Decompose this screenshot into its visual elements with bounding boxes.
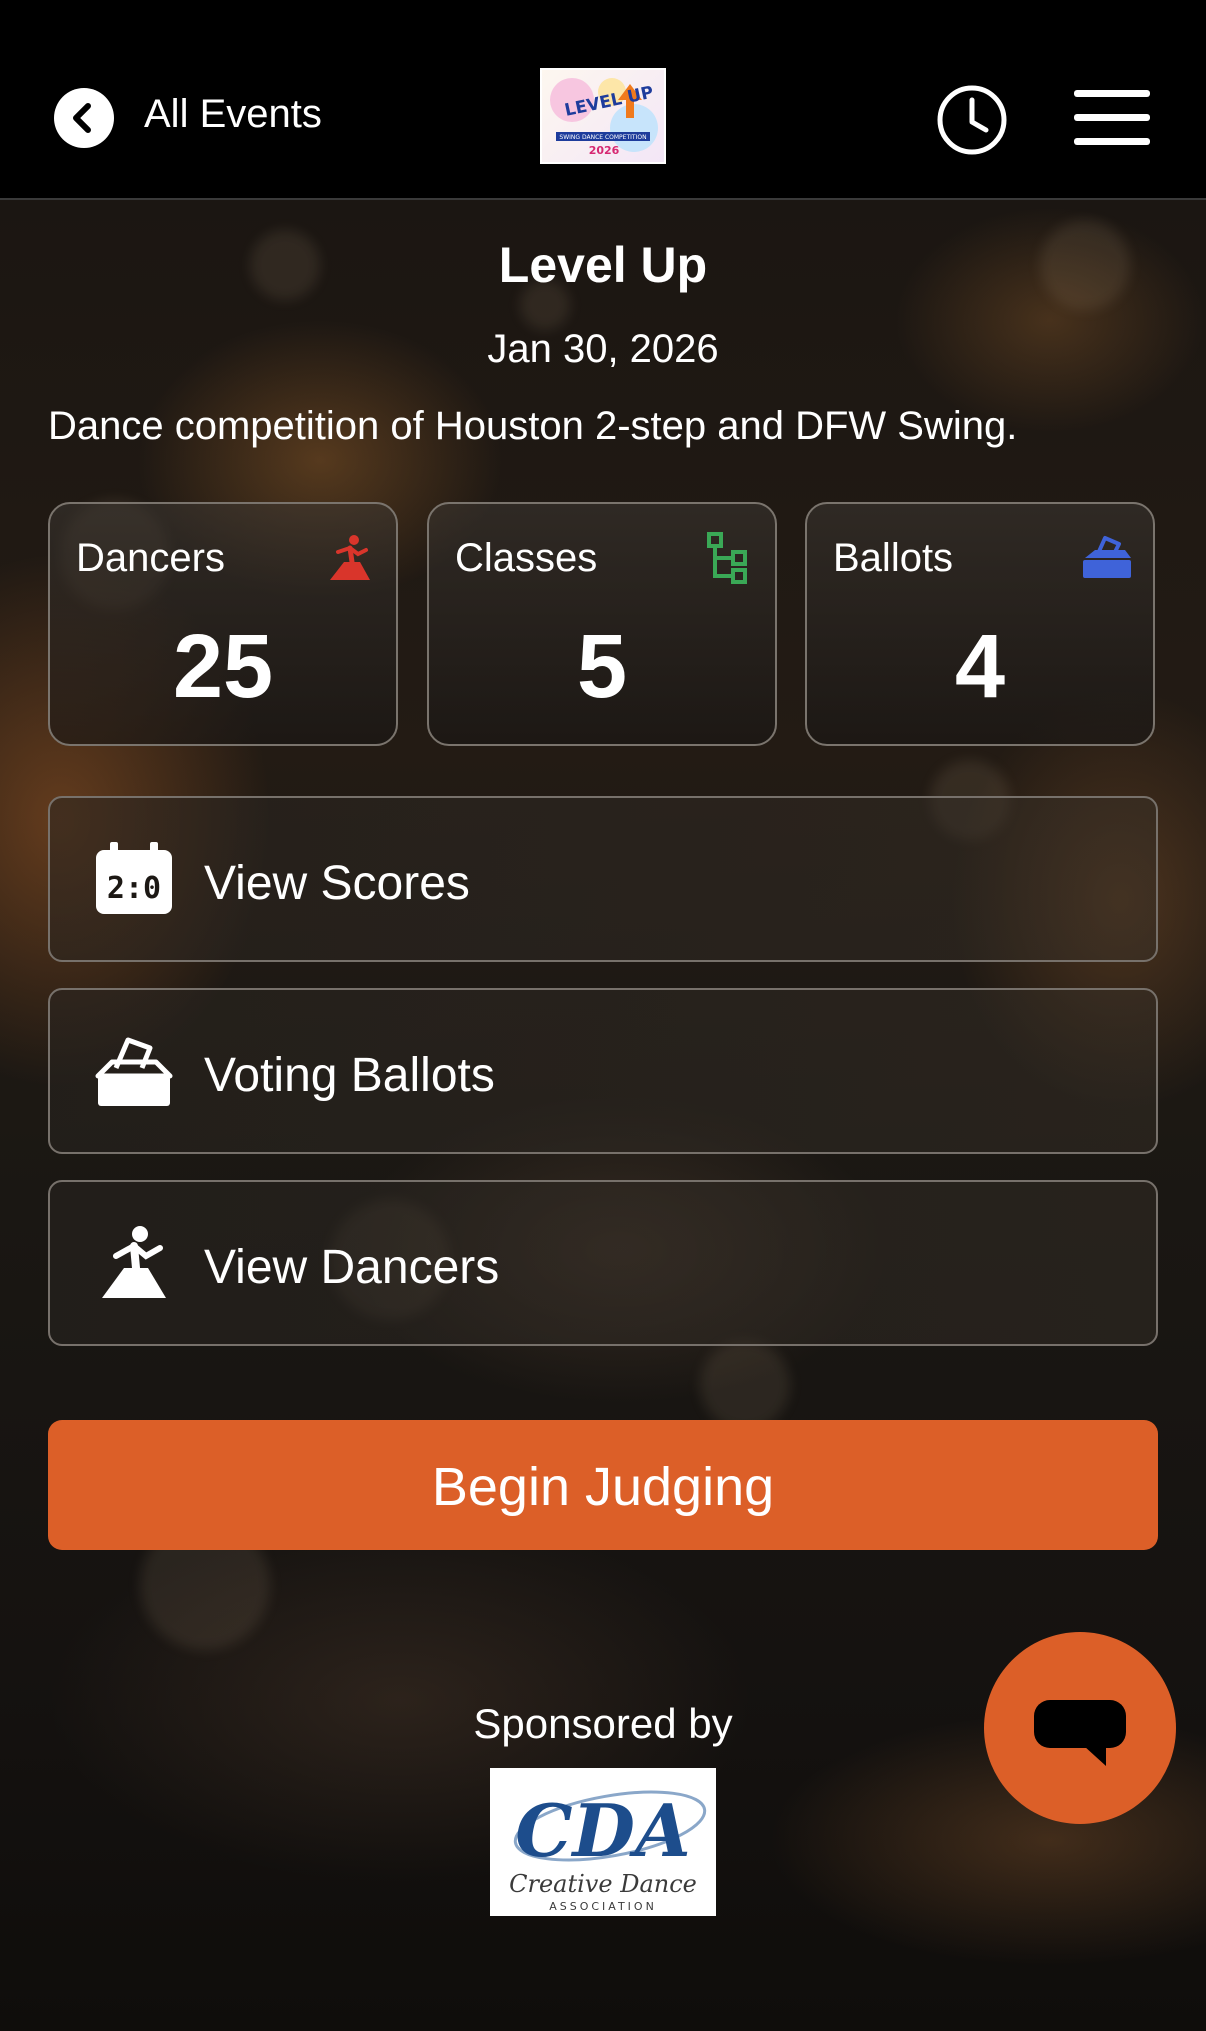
logo-subtitle: SWING DANCE COMPETITION: [559, 134, 646, 141]
stat-card-dancers[interactable]: Dancers 25: [48, 502, 398, 746]
stat-value: 5: [576, 617, 628, 717]
action-label: View Dancers: [204, 1241, 500, 1294]
stat-label: Dancers: [76, 536, 225, 580]
event-description: Dance competition of Houston 2-step and …: [48, 404, 1018, 448]
stat-label: Ballots: [833, 536, 954, 580]
stat-card-ballots[interactable]: Ballots 4: [805, 502, 1155, 746]
stat-label: Classes: [455, 536, 598, 580]
sponsor-logo[interactable]: CDA Creative Dance ASSOCIATION: [490, 1768, 716, 1916]
back-button[interactable]: [54, 88, 114, 148]
event-title: Level Up: [498, 237, 708, 293]
event-logo: LEVEL UP SWING DANCE COMPETITION 2026: [540, 68, 666, 164]
ballot-box-icon: [1083, 536, 1131, 578]
begin-judging-label: Begin Judging: [431, 1457, 775, 1517]
dancer-icon: [102, 1226, 166, 1298]
dancer-icon: [330, 535, 370, 580]
stat-value: 4: [954, 617, 1006, 717]
hierarchy-icon: [707, 532, 747, 584]
chat-button[interactable]: [984, 1632, 1176, 1824]
action-label: Voting Ballots: [204, 1049, 495, 1102]
back-label[interactable]: All Events: [144, 92, 322, 137]
logo-year: 2026: [589, 144, 620, 157]
hamburger-icon: [1074, 90, 1150, 97]
sponsor-name: Creative Dance: [509, 1870, 697, 1898]
scoreboard-icon: 2:0: [96, 842, 172, 914]
chevron-left-icon: [73, 103, 91, 133]
hamburger-bar: [1074, 138, 1150, 145]
stat-value: 25: [172, 617, 274, 717]
voting-ballots-button[interactable]: Voting Ballots: [48, 988, 1158, 1154]
top-bar: All Events LEVEL UP SWING DANCE COMPETIT…: [0, 0, 1206, 200]
sponsor-logo-text: CDA: [515, 1788, 691, 1873]
stat-card-classes[interactable]: Classes 5: [427, 502, 777, 746]
history-button[interactable]: [936, 84, 1008, 156]
clock-icon: [937, 85, 1007, 155]
svg-text:2:0: 2:0: [107, 871, 161, 906]
menu-button[interactable]: [1074, 90, 1150, 146]
sponsor-sub: ASSOCIATION: [549, 1900, 657, 1913]
view-scores-button[interactable]: 2:0 View Scores: [48, 796, 1158, 962]
hamburger-bar: [1074, 114, 1150, 121]
event-date: Jan 30, 2026: [487, 327, 719, 371]
ballot-box-icon: [95, 1037, 173, 1106]
begin-judging-button[interactable]: Begin Judging: [48, 1420, 1158, 1550]
chat-bubble-icon: [1034, 1700, 1126, 1766]
action-label: View Scores: [204, 857, 470, 910]
view-dancers-button[interactable]: View Dancers: [48, 1180, 1158, 1346]
